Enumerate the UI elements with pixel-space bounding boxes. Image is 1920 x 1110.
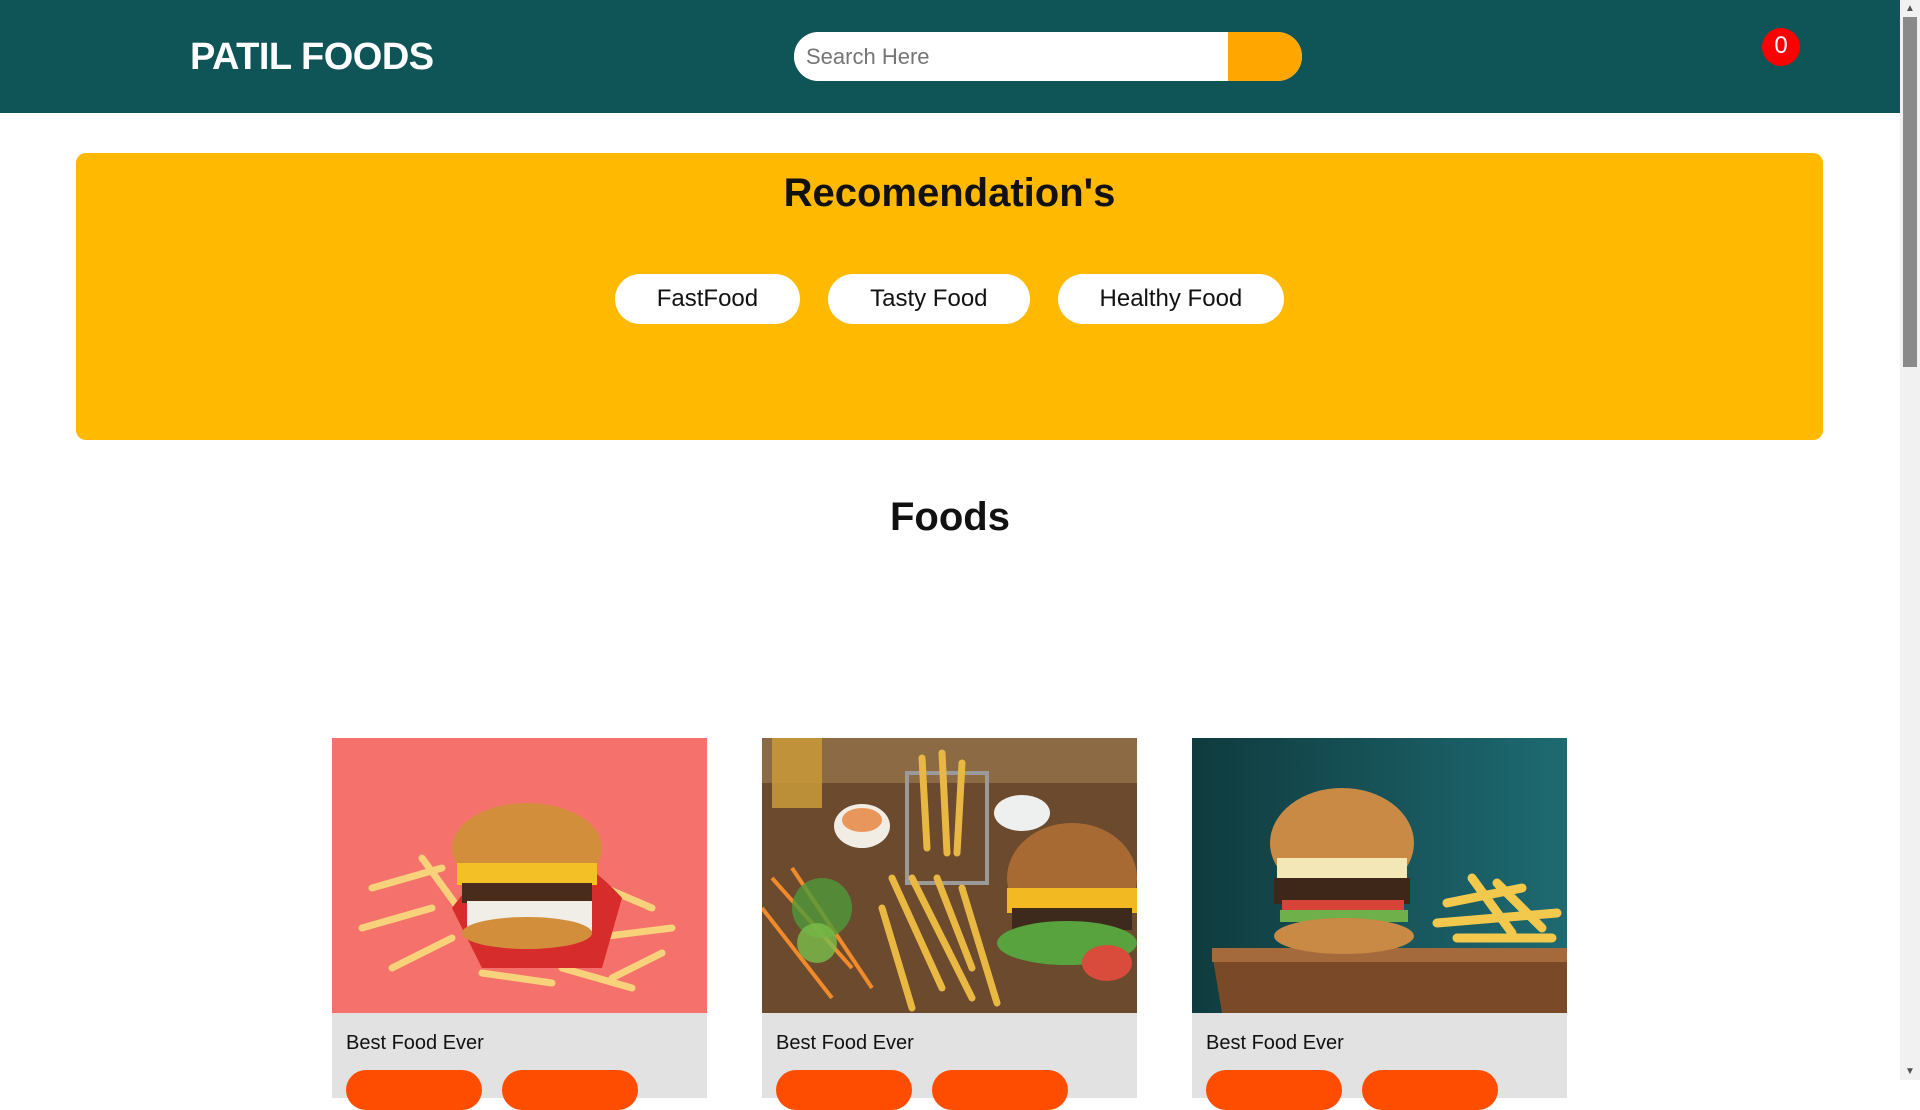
food-card-title: Best Food Ever <box>1206 1032 1344 1054</box>
card-actions <box>1206 1070 1498 1110</box>
food-image-burger-fries-salad <box>762 738 1137 1013</box>
recommendations-panel: Recomendation's FastFood Tasty Food Heal… <box>76 153 1823 440</box>
scroll-down-arrow-icon[interactable]: ▼ <box>1900 1063 1920 1080</box>
search-button[interactable] <box>1228 32 1302 81</box>
card-primary-button[interactable] <box>776 1070 912 1110</box>
card-primary-button[interactable] <box>346 1070 482 1110</box>
food-image-burger-fries-pink <box>332 738 707 1013</box>
card-secondary-button[interactable] <box>932 1070 1068 1110</box>
search-input[interactable] <box>794 32 1228 81</box>
food-card[interactable]: Best Food Ever <box>1192 738 1567 1110</box>
foods-section-title: Foods <box>890 495 1010 539</box>
search-bar <box>794 32 1302 81</box>
food-card-list: Best Food Ever Best Food Ever Best Food … <box>332 738 1567 1110</box>
scroll-up-arrow-icon[interactable]: ▲ <box>1900 0 1920 17</box>
food-card-title: Best Food Ever <box>346 1032 484 1054</box>
top-navbar: PATIL FOODS 0 <box>0 0 1900 113</box>
recommendations-title: Recomendation's <box>783 171 1116 215</box>
recommendation-buttons: FastFood Tasty Food Healthy Food <box>76 274 1823 324</box>
card-secondary-button[interactable] <box>1362 1070 1498 1110</box>
food-image-burger-fries-teal <box>1192 738 1567 1013</box>
food-card[interactable]: Best Food Ever <box>762 738 1137 1110</box>
tasty-food-button[interactable]: Tasty Food <box>828 274 1030 324</box>
card-secondary-button[interactable] <box>502 1070 638 1110</box>
brand-logo-text[interactable]: PATIL FOODS <box>190 36 434 79</box>
page-scrollbar[interactable]: ▲ ▼ <box>1900 0 1920 1080</box>
card-actions <box>346 1070 638 1110</box>
card-actions <box>776 1070 1068 1110</box>
cart-count-badge[interactable]: 0 <box>1762 28 1800 66</box>
food-card-title: Best Food Ever <box>776 1032 914 1054</box>
food-card[interactable]: Best Food Ever <box>332 738 707 1110</box>
card-primary-button[interactable] <box>1206 1070 1342 1110</box>
fastfood-button[interactable]: FastFood <box>614 274 801 324</box>
scrollbar-thumb[interactable] <box>1903 17 1917 367</box>
healthy-food-button[interactable]: Healthy Food <box>1057 274 1285 324</box>
